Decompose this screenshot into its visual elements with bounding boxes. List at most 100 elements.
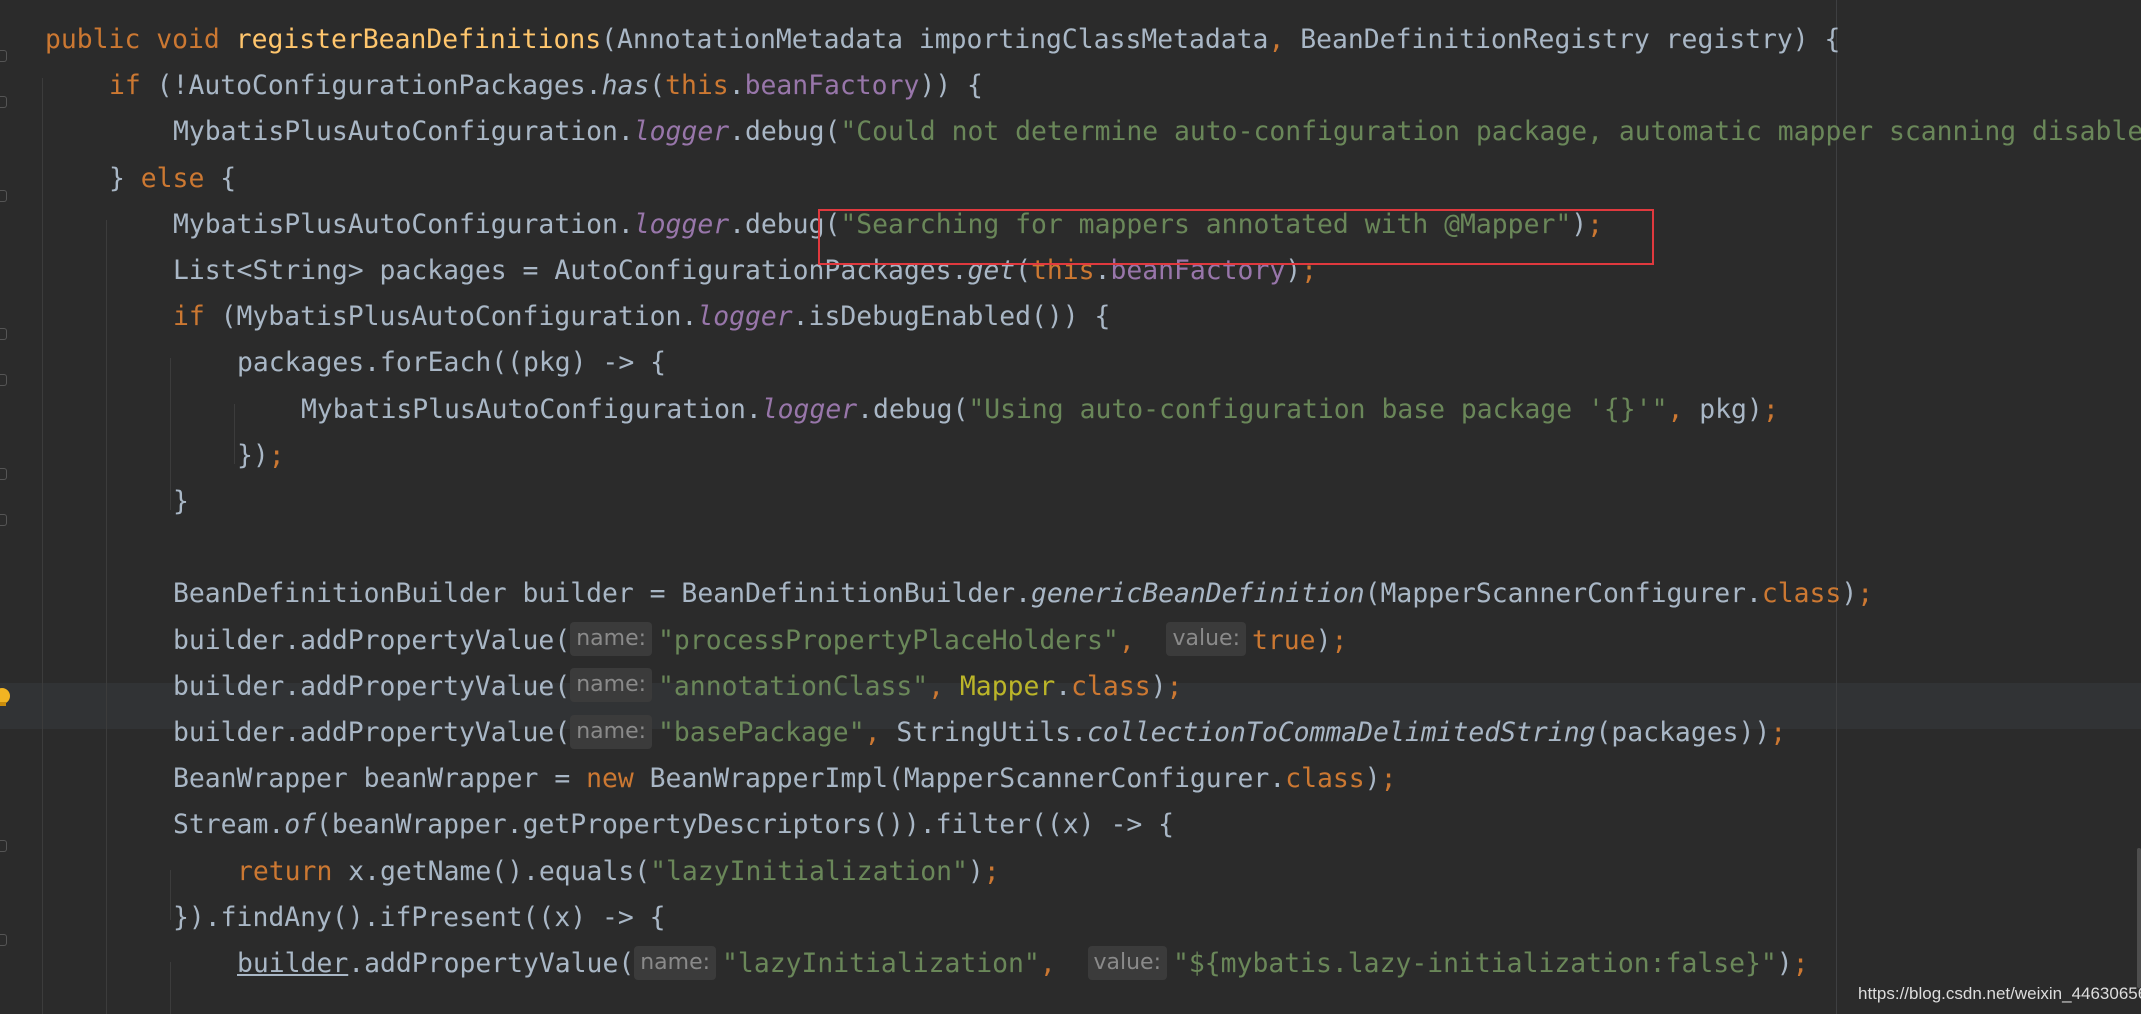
fold-marker-icon[interactable]	[0, 96, 7, 108]
fold-marker-icon[interactable]	[0, 374, 7, 386]
code-line[interactable]: if (MybatisPlusAutoConfiguration.logger.…	[173, 294, 1110, 340]
fold-marker-icon[interactable]	[0, 328, 7, 340]
code-token: (MybatisPlusAutoConfiguration.	[220, 301, 698, 333]
code-token: builder.addPropertyValue(	[173, 670, 571, 702]
code-token: x.getName().equals(	[348, 855, 651, 887]
parameter-hint: name:	[570, 668, 653, 703]
code-token: "lazyInitialization"	[722, 948, 1040, 979]
code-token: (!AutoConfigurationPackages.	[156, 70, 602, 102]
code-token: class	[1285, 763, 1365, 795]
vertical-scrollbar[interactable]	[2137, 848, 2141, 988]
code-line[interactable]: public void registerBeanDefinitions(Anno…	[45, 17, 1840, 63]
code-token: })	[237, 439, 269, 471]
code-token: collectionToCommaDelimitedString	[1087, 717, 1596, 748]
code-token: new	[586, 763, 650, 795]
indent-guide	[170, 358, 171, 510]
code-line[interactable]: }	[173, 479, 189, 525]
code-token: BeanWrapper beanWrapper =	[173, 763, 587, 795]
code-token: (AnnotationMetadata importingClassMetada…	[601, 24, 1269, 55]
code-token: return	[237, 855, 349, 887]
code-token: "Could not determine auto-configuration …	[840, 116, 2141, 148]
code-token: else	[140, 162, 221, 194]
code-line[interactable]: if (!AutoConfigurationPackages.has(this.…	[109, 63, 983, 109]
code-line[interactable]: }).findAny().ifPresent((x) -> {	[173, 895, 666, 941]
code-line[interactable]: builder.addPropertyValue(name: "lazyIniti…	[237, 941, 1809, 987]
code-token: )) {	[919, 70, 983, 102]
code-token: .	[1055, 670, 1072, 702]
code-token: BeanWrapperImpl(MapperScannerConfigurer.	[649, 763, 1286, 795]
code-token: class	[1071, 670, 1151, 702]
code-token: of	[284, 809, 317, 841]
indent-guide	[42, 78, 43, 1014]
code-token: ;	[983, 855, 1000, 887]
code-token: ;	[1331, 624, 1348, 656]
code-line[interactable]: builder.addPropertyValue(name: "processPr…	[173, 618, 1347, 664]
code-token: MybatisPlusAutoConfiguration.	[173, 208, 634, 240]
indent-guide	[106, 220, 107, 1014]
code-line[interactable]: return x.getName().equals("lazyInitializ…	[237, 849, 1000, 895]
code-line[interactable]: BeanWrapper beanWrapper = new BeanWrappe…	[173, 756, 1396, 802]
fold-marker-icon[interactable]	[0, 514, 7, 526]
code-token: )	[1364, 763, 1381, 795]
code-line[interactable]: } else {	[109, 156, 236, 202]
code-token: MybatisPlusAutoConfiguration.	[173, 116, 634, 148]
code-token: "processPropertyPlaceHolders"	[658, 624, 1119, 656]
code-line[interactable]: MybatisPlusAutoConfiguration.logger.debu…	[301, 387, 1779, 433]
code-token: ;	[1762, 393, 1779, 425]
code-token: ,	[1268, 24, 1301, 55]
parameter-hint: value:	[1166, 622, 1246, 657]
code-line[interactable]: BeanDefinitionBuilder builder = BeanDefi…	[173, 571, 1873, 617]
code-token: )	[1776, 948, 1793, 979]
code-token: ,	[928, 670, 960, 702]
code-token: logger	[633, 116, 730, 148]
parameter-hint: value:	[1087, 945, 1168, 980]
editor-gutter[interactable]	[0, 0, 14, 1014]
code-token: ;	[268, 439, 285, 471]
code-line[interactable]: Stream.of(beanWrapper.getPropertyDescrip…	[173, 802, 1174, 848]
code-token: ;	[1792, 948, 1809, 979]
indent-guide	[170, 962, 171, 1014]
code-token: (MapperScannerConfigurer.	[1364, 578, 1762, 610]
code-token: beanFactory	[744, 70, 920, 102]
code-token: .addPropertyValue(	[348, 948, 635, 979]
code-token: }	[109, 162, 141, 194]
code-token: ,	[1118, 624, 1167, 656]
code-token: logger	[761, 393, 858, 425]
fold-marker-icon[interactable]	[0, 190, 7, 202]
code-token: (	[649, 70, 666, 102]
code-token: StringUtils.	[896, 717, 1088, 748]
fold-marker-icon[interactable]	[0, 50, 7, 62]
code-line[interactable]: packages.forEach((pkg) -> {	[237, 340, 666, 386]
code-token: ,	[1667, 393, 1700, 425]
code-token: logger	[633, 208, 730, 240]
code-line[interactable]: builder.addPropertyValue(name: "basePacka…	[173, 710, 1786, 756]
code-token: }	[173, 486, 189, 517]
code-token: "annotationClass"	[658, 670, 929, 702]
code-token: has	[601, 70, 650, 102]
lightbulb-icon[interactable]	[0, 688, 10, 706]
code-line[interactable]: MybatisPlusAutoConfiguration.logger.debu…	[173, 109, 2141, 155]
code-token: ;	[1770, 717, 1787, 748]
code-token: public	[45, 24, 157, 55]
code-token: void	[156, 24, 236, 55]
watermark-text: https://blog.csdn.net/weixin_44630656	[1858, 984, 2141, 1003]
fold-marker-icon[interactable]	[0, 934, 7, 946]
code-line[interactable]: builder.addPropertyValue(name: "annotatio…	[173, 664, 1182, 710]
parameter-hint: name:	[570, 714, 653, 749]
code-token: pkg)	[1699, 393, 1763, 425]
code-token: Mapper	[959, 670, 1056, 702]
parameter-hint: name:	[570, 622, 653, 657]
code-token: }).findAny().ifPresent((x) -> {	[173, 901, 666, 933]
code-token: registerBeanDefinitions	[235, 24, 602, 55]
code-token: .debug(	[857, 393, 969, 425]
fold-marker-icon[interactable]	[0, 840, 7, 852]
code-token: ,	[864, 717, 897, 748]
indent-guide	[170, 870, 171, 920]
code-token: MybatisPlusAutoConfiguration.	[301, 393, 762, 425]
code-line[interactable]: });	[237, 433, 285, 479]
code-editor[interactable]: public void registerBeanDefinitions(Anno…	[0, 0, 2141, 1014]
code-token: logger	[697, 301, 793, 333]
parameter-hint: name:	[634, 945, 717, 980]
code-token: {	[220, 162, 237, 194]
fold-marker-icon[interactable]	[0, 468, 7, 480]
